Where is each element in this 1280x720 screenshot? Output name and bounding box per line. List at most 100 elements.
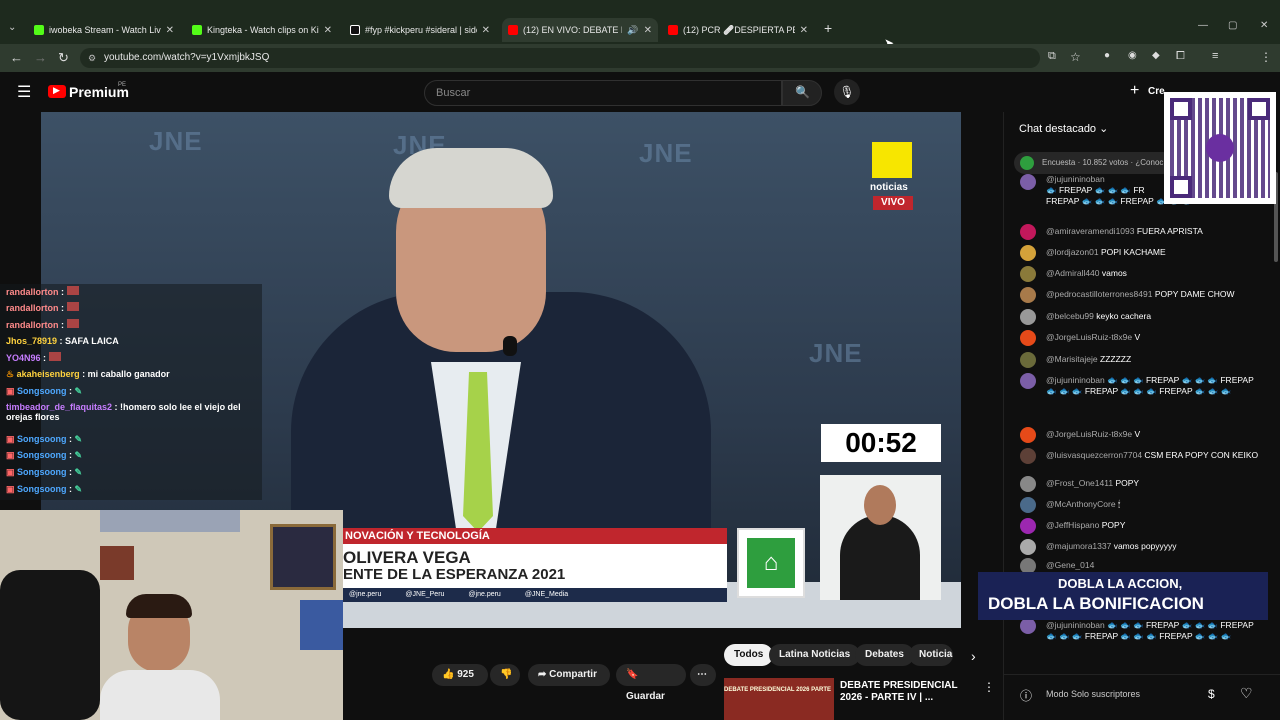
avatar: [1020, 174, 1036, 190]
chip-noticias[interactable]: Noticias: [909, 644, 953, 666]
related-more-icon[interactable]: ⋮: [983, 680, 995, 694]
broom-icon: ⌂: [747, 538, 795, 588]
tab-kingteka[interactable]: Kingteka - Watch clips on Kick ✕: [186, 18, 338, 42]
chat-message: @JorgeLuisRuiz-t8x9e V: [1020, 330, 1260, 346]
avatar: [1020, 330, 1036, 346]
kick-icon: [34, 25, 44, 35]
bookmark-icon: 🔖: [626, 669, 639, 680]
chevron-right-icon[interactable]: ›: [971, 648, 976, 664]
address-bar[interactable]: ⚙ youtube.com/watch?v=y1VxmjbkJSQ: [80, 48, 1040, 68]
thumbs-down-icon: 👎: [500, 669, 513, 680]
like-button[interactable]: 👍 925: [432, 664, 488, 686]
new-tab-plus-icon[interactable]: +: [824, 20, 832, 36]
close-icon[interactable]: ✕: [482, 25, 490, 36]
tab-pcr[interactable]: (12) PCR 🩹DESPIERTA PERU - ✕: [662, 18, 814, 42]
share-button[interactable]: ➦ Compartir: [528, 664, 610, 686]
extension-icon[interactable]: ◉: [1128, 50, 1137, 61]
create-button[interactable]: Cre: [1148, 86, 1165, 97]
search-icon: 🔍: [795, 85, 810, 99]
chat-message: @amiraveramendi1093 FUERA APRISTA: [1020, 224, 1260, 240]
qr-finder: [1170, 98, 1192, 120]
chat-user: akaheisenberg: [16, 369, 80, 379]
create-plus-icon[interactable]: +: [1130, 82, 1139, 100]
kick-icon: [192, 25, 202, 35]
close-icon[interactable]: ✕: [644, 25, 652, 36]
info-icon[interactable]: ⓘ: [1020, 687, 1032, 704]
debate-timer: 00:52: [821, 424, 941, 462]
chat-message: randallorton :: [6, 319, 79, 330]
feather-emote-icon: ✎: [74, 484, 83, 494]
media-control-icon[interactable]: ≡: [1212, 50, 1218, 62]
chat-message: ▣ Songsoong : ✎: [6, 450, 83, 460]
chat-user: Songsoong: [17, 484, 67, 494]
streamer-hair: [126, 594, 192, 618]
thumbs-up-icon: 👍: [442, 669, 455, 680]
search-button[interactable]: 🔍: [782, 80, 822, 106]
promo-line-1: DOBLA LA ACCION,: [1058, 576, 1183, 591]
chat-header[interactable]: Chat destacado ⌄: [1019, 122, 1108, 135]
close-icon[interactable]: ✕: [800, 25, 808, 36]
chat-user: timbeador_de_flaquitas2: [6, 402, 113, 412]
voice-search-mic-icon[interactable]: 🎙: [834, 79, 860, 105]
speaker-icon[interactable]: 🔊: [627, 25, 638, 36]
social-handle: @JNE_Peru: [405, 591, 445, 598]
install-icon[interactable]: ⧉: [1048, 50, 1056, 63]
stream-chat-overlay: randallorton : randallorton : randallort…: [0, 284, 262, 500]
reload-icon[interactable]: ↻: [58, 50, 69, 66]
more-actions-button[interactable]: ⋯: [690, 664, 716, 686]
heart-icon[interactable]: ♡: [1240, 685, 1253, 702]
chat-author: @jujunininoban: [1046, 174, 1105, 184]
subscribers-only-mode: Modo Solo suscriptores: [1046, 689, 1141, 699]
extension-icon[interactable]: ●: [1104, 50, 1110, 61]
latina-logo: [872, 142, 912, 178]
like-count: 925: [457, 669, 474, 680]
close-icon[interactable]: ✕: [166, 25, 174, 36]
menu-dots-icon[interactable]: ⋮: [1260, 50, 1272, 64]
avatar: [1020, 448, 1036, 464]
maximize-icon[interactable]: ▢: [1228, 20, 1237, 31]
hamburger-menu-icon[interactable]: ☰: [17, 82, 31, 102]
chat-author: @majumora1337: [1046, 541, 1112, 551]
chip-label: Todos: [734, 649, 764, 660]
dislike-button[interactable]: 👎: [490, 664, 520, 686]
chat-author: @Marisitajeje: [1046, 354, 1098, 364]
super-chat-icon[interactable]: $: [1208, 687, 1215, 701]
bookmark-star-icon[interactable]: ☆: [1070, 50, 1081, 64]
back-arrow-icon[interactable]: ←: [10, 50, 23, 65]
search-input[interactable]: Buscar: [424, 80, 782, 106]
emote-icon: [66, 286, 79, 295]
chat-message: @Admirall440 vamos: [1020, 266, 1260, 282]
window-close-icon[interactable]: ✕: [1260, 20, 1268, 31]
badge-icon: ▣: [6, 484, 15, 494]
interpreter-head: [864, 485, 896, 525]
extension-icon[interactable]: ◆: [1152, 50, 1160, 61]
chat-text: vamos: [1101, 268, 1127, 278]
badge-icon: ♨: [6, 369, 15, 379]
chat-message: @lordjazon01 POPI KACHAME: [1020, 245, 1260, 261]
chat-author: @Frost_One1411: [1046, 478, 1114, 488]
related-video-thumbnail[interactable]: DEBATE PRESIDENCIAL 2026 PARTE: [724, 678, 834, 720]
tab-search-chevron-icon[interactable]: ⌄: [8, 22, 16, 33]
close-icon[interactable]: ✕: [324, 25, 332, 36]
tab-debate[interactable]: (12) EN VIVO: DEBATE PRES 🔊 ✕: [502, 18, 658, 42]
site-info-icon[interactable]: ⚙: [88, 48, 96, 68]
related-video-title[interactable]: DEBATE PRESIDENCIAL 2026 - PARTE IV | ..…: [840, 680, 982, 704]
poll-banner[interactable]: Encuesta · 10.852 votos · ¿Conoc: [1014, 152, 1174, 174]
chip-label: Noticias: [919, 649, 953, 660]
chip-latina-noticias[interactable]: Latina Noticias: [769, 644, 861, 666]
chat-user: Songsoong: [17, 450, 67, 460]
tab-tiktok[interactable]: #fyp #kickperu #sideral | sidera ✕: [344, 18, 496, 42]
wall-poster: [100, 510, 240, 532]
chat-text: mi caballo ganador: [87, 369, 170, 379]
chat-user: Jhos_78919: [6, 336, 58, 346]
chip-label: Latina Noticias: [779, 649, 851, 660]
forward-arrow-icon[interactable]: →: [34, 50, 47, 65]
minimize-icon[interactable]: —: [1198, 20, 1208, 31]
tab-iwobeka[interactable]: iwobeka Stream - Watch Live o ✕: [28, 18, 180, 42]
chat-author: @lordjazon01: [1046, 247, 1099, 257]
chip-debates[interactable]: Debates: [855, 644, 914, 666]
puzzle-extensions-icon[interactable]: ⧠: [1176, 50, 1185, 63]
timer-text: 00:52: [845, 427, 917, 458]
save-button[interactable]: 🔖 Guardar: [616, 664, 686, 702]
chip-all[interactable]: Todos: [724, 644, 774, 666]
